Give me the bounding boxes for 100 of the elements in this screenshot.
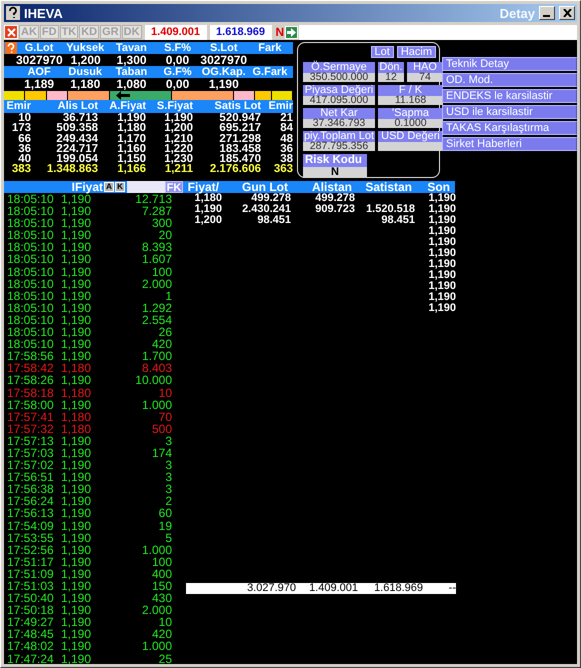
close-button[interactable]	[559, 6, 575, 20]
lot-cell-text: 12.713	[134, 193, 172, 206]
value-cell-text: 0,00	[164, 78, 190, 90]
table-cell-text: 1,190	[427, 193, 456, 204]
lot-cell-text: 2.000	[140, 278, 172, 290]
sort-button[interactable]: K	[115, 182, 125, 192]
value-cell-text: 1,180	[69, 78, 102, 90]
filter-button[interactable]: FK	[165, 181, 183, 193]
table-cell-text: 66	[17, 134, 31, 144]
value-field: 37.346.793	[303, 119, 375, 128]
lot-cell-text: 1.700	[140, 350, 172, 362]
value-field: 1.409.001	[144, 24, 207, 40]
lot-cell-text: 100	[150, 556, 172, 568]
time-cell-text: 17:58:18	[6, 386, 55, 399]
time-cell-text: 17:48:02	[6, 640, 55, 653]
total-cell-text: --	[448, 583, 456, 594]
filter-field[interactable]	[127, 181, 165, 193]
column-header: G.Lot	[24, 42, 54, 54]
price-cell-text: 1,190	[60, 241, 92, 254]
field-label: Piyasa Değeri	[303, 85, 375, 96]
price-cell-text: 1,190	[60, 217, 92, 230]
total-cell-text: 383	[10, 164, 31, 175]
table-cell-text: 1,190	[427, 281, 456, 292]
table-cell-text: 1,190	[427, 259, 456, 270]
time-cell-text: 17:51:09	[6, 568, 55, 580]
value-cell-text: 1,190	[208, 78, 239, 90]
total-cell-text: 1,211	[164, 164, 193, 175]
time-cell-text: 18:05:10	[6, 314, 55, 326]
total-cell-text: 2.176.606	[208, 164, 261, 175]
column-header: Emir	[261, 100, 293, 113]
lot-cell-text: 100	[150, 266, 172, 278]
table-cell-text: 1,170	[116, 134, 146, 144]
time-cell-text: 18:05:10	[6, 326, 55, 338]
help-icon[interactable]	[5, 42, 17, 54]
input-field[interactable]	[299, 24, 577, 40]
table-cell-text: 84	[279, 123, 293, 134]
table-cell-text: 1,190	[163, 113, 193, 124]
table-cell-text: 1.520.518	[365, 204, 415, 215]
go-button[interactable]	[285, 26, 298, 38]
table-cell-text: 36	[279, 144, 293, 154]
close-icon	[562, 9, 572, 17]
value-cell-text: 1,189	[23, 78, 56, 90]
time-cell-text: 17:58:26	[6, 374, 55, 386]
price-cell-text: 1,190	[60, 495, 92, 508]
menu-button[interactable]: Teknik Detay	[442, 57, 577, 71]
table-cell-text: 1,190	[427, 303, 456, 314]
table-cell-text: 2.430.241	[241, 204, 291, 215]
window-subtitle: Detay	[500, 6, 535, 20]
table-cell-text: 499.278	[250, 193, 291, 204]
column-header: Alis Lot	[31, 100, 98, 113]
lot-cell-text: 19	[158, 520, 172, 532]
time-cell-text: 18:05:10	[6, 217, 55, 230]
table-cell-text: 36	[17, 144, 31, 154]
menu-button[interactable]: OD. Mod.	[442, 73, 577, 87]
table-cell-text: 271.298	[218, 134, 261, 144]
price-cell-text: 1,190	[60, 338, 92, 350]
lot-cell-text: 1.000	[140, 544, 172, 556]
minimize-button[interactable]	[539, 6, 555, 20]
menu-button[interactable]: TAKAS Karşılaştırma	[442, 121, 577, 135]
value-field: 1.618.969	[210, 24, 272, 40]
table-cell-text: 48	[279, 134, 293, 144]
toggle-button[interactable]: Lot	[370, 46, 394, 58]
table-cell-text: 1,180	[116, 123, 146, 134]
lot-cell-text: 150	[150, 580, 172, 592]
lot-cell-text: 8.403	[140, 362, 172, 374]
menu-button[interactable]: USD ile karsilastir	[442, 105, 577, 119]
price-cell-text: 1,190	[60, 229, 92, 242]
value-cell-text: 1,200	[70, 54, 102, 66]
price-cell-text: 1,190	[60, 532, 92, 544]
field-label: piy.Toplam Lot	[303, 131, 375, 142]
value-field: 0.1000	[378, 119, 443, 128]
table-cell-text: 520.947	[218, 113, 261, 124]
sort-button[interactable]: A	[104, 182, 114, 192]
price-cell-text: 1,190	[60, 302, 92, 314]
lot-cell-text: 7.287	[140, 205, 172, 218]
lot-cell-text: 1.292	[140, 302, 172, 314]
column-header: S.Fiyat	[146, 100, 193, 113]
column-header: Satistan	[364, 181, 412, 193]
time-cell-text: 17:54:09	[6, 520, 55, 532]
time-cell-text: 17:50:18	[6, 604, 55, 616]
time-cell-text: 17:56:38	[6, 483, 55, 496]
time-cell-text: 17:57:03	[6, 446, 55, 460]
price-cell-text: 1,190	[60, 350, 92, 362]
table-cell-text: 40	[18, 154, 31, 164]
price-cell-text: 1,190	[60, 640, 92, 653]
lot-cell-text: 400	[150, 568, 172, 580]
lot-cell-text: 1.000	[140, 398, 172, 411]
toggle-button[interactable]: Hacim	[396, 46, 436, 58]
value-field: 417.095.000	[303, 96, 375, 105]
column-header: Fiyat/	[186, 181, 219, 193]
price-cell-text: 1,190	[60, 483, 92, 496]
menu-button[interactable]: ENDEKS le karsilastir	[442, 89, 577, 103]
table-cell-text: 1,190	[427, 248, 456, 259]
window-title: IHEVA	[24, 6, 64, 20]
table-cell-text: 98.451	[380, 215, 415, 226]
menu-button[interactable]: Sirket Haberleri	[442, 137, 577, 151]
time-cell-text: 17:57:02	[6, 459, 55, 472]
lot-cell-text: 300	[150, 217, 172, 230]
table-cell-text: 1,190	[427, 270, 456, 281]
value-field: 287.795.356	[303, 142, 375, 151]
